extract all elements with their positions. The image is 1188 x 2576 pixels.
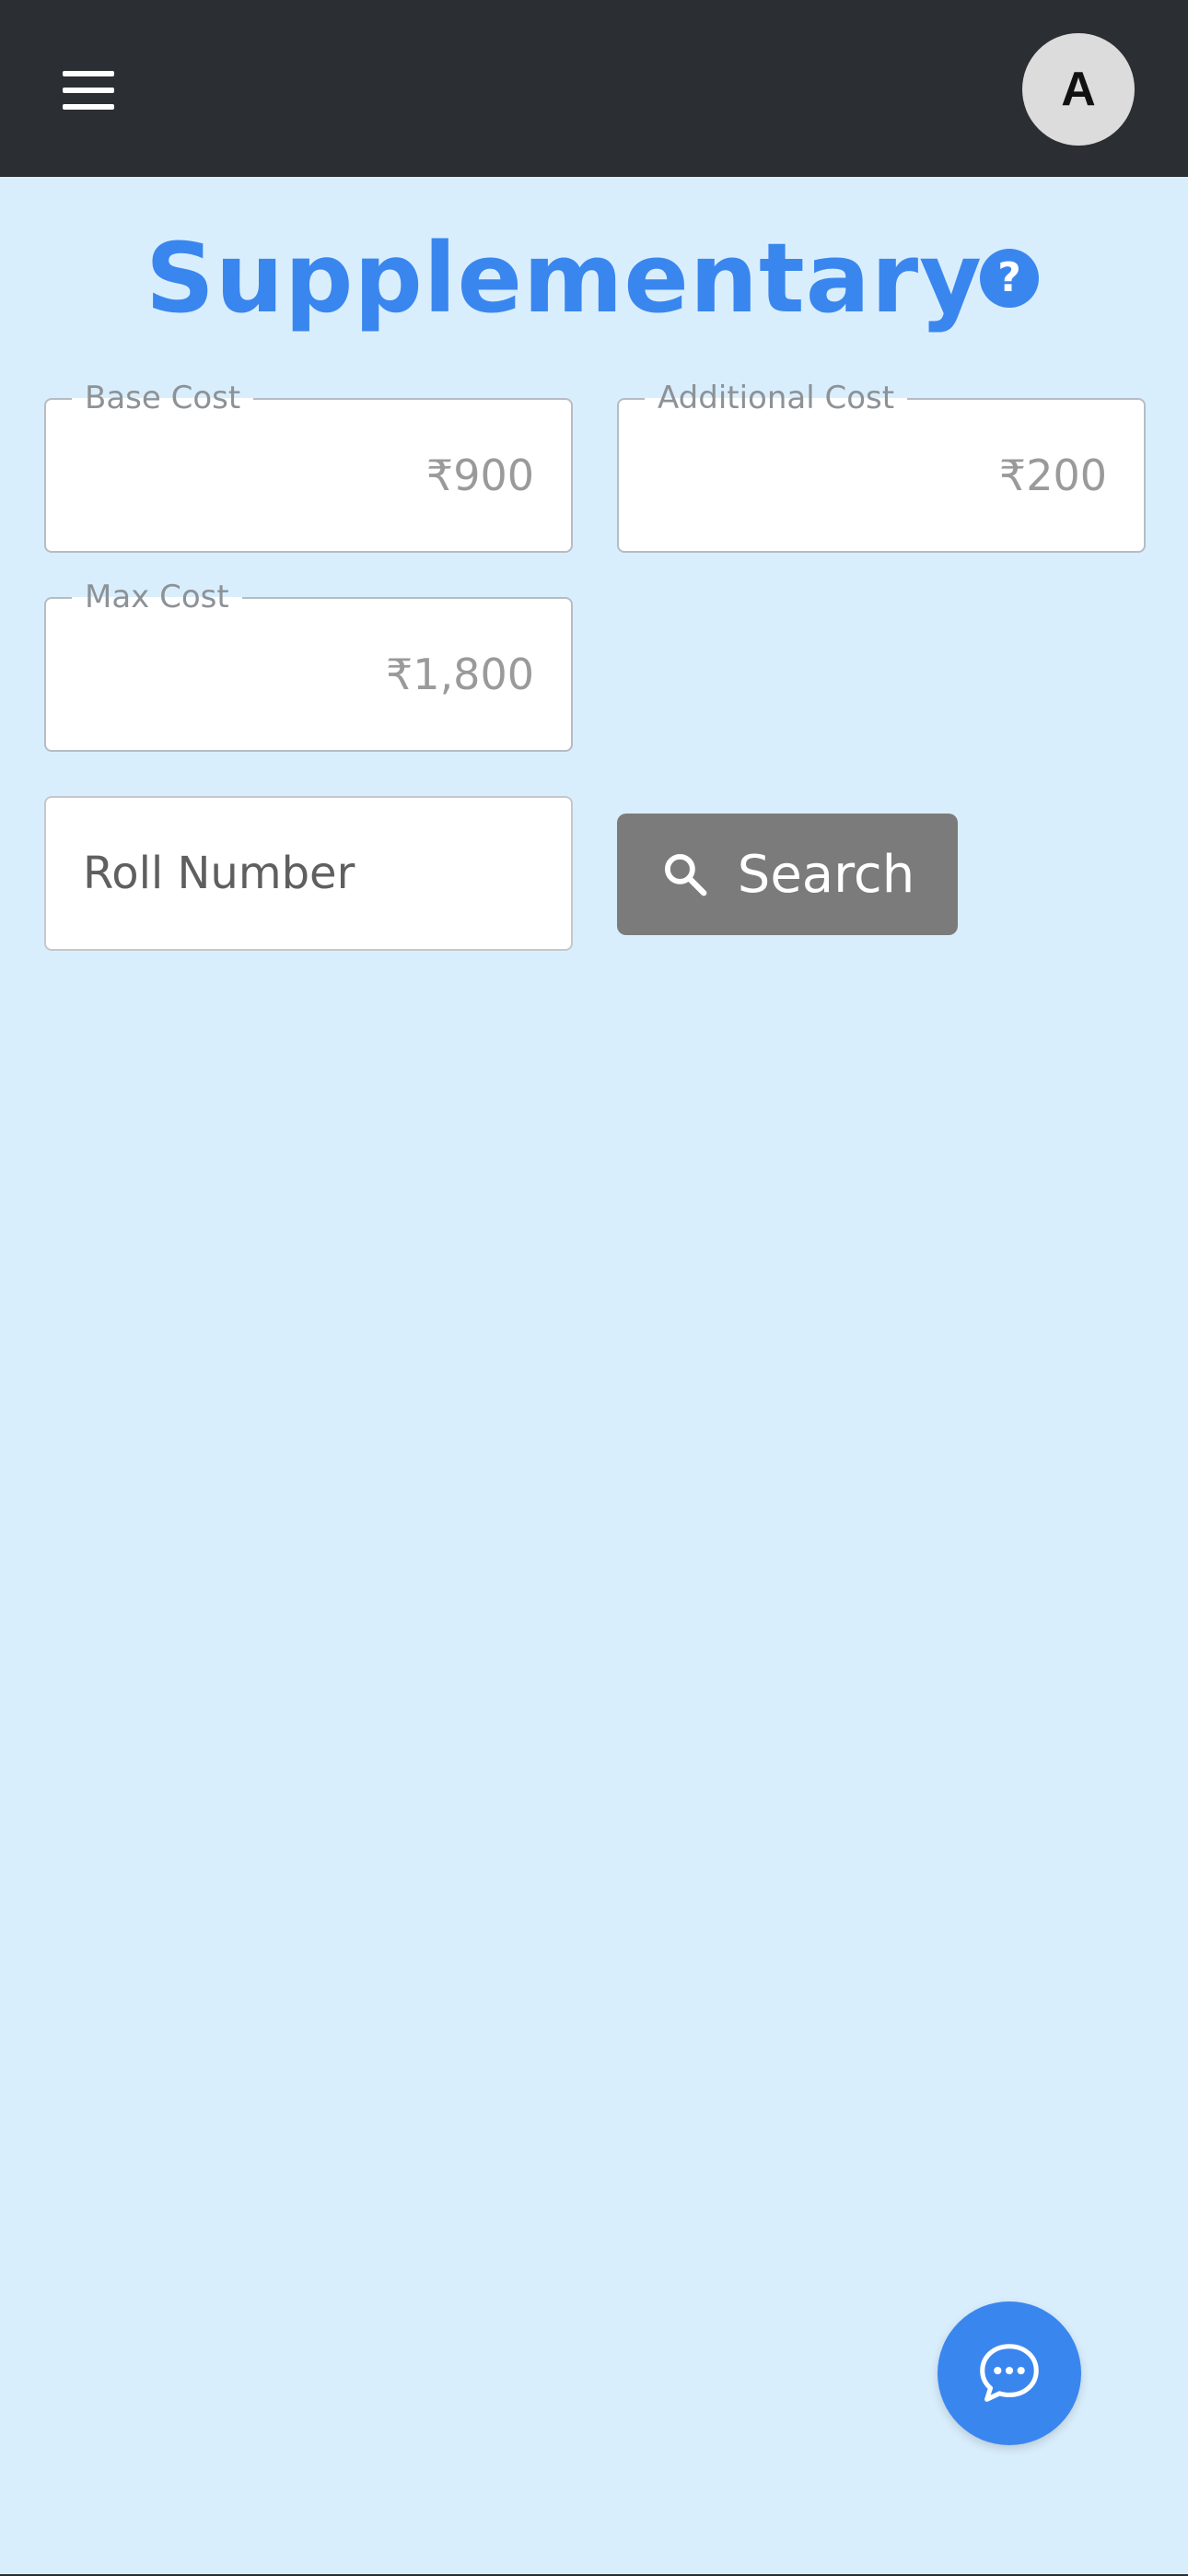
max-cost-field[interactable]: Max Cost ₹1,800 xyxy=(44,575,573,752)
additional-cost-field[interactable]: Additional Cost ₹200 xyxy=(617,376,1146,553)
top-app-bar: A xyxy=(0,0,1188,177)
base-cost-label: Base Cost xyxy=(72,376,254,420)
additional-cost-label: Additional Cost xyxy=(645,376,908,420)
base-cost-value: ₹900 xyxy=(425,451,534,500)
chat-bubble-icon xyxy=(980,2344,1039,2402)
search-button-label: Search xyxy=(737,844,915,905)
chat-button[interactable] xyxy=(938,2301,1081,2445)
page-title: Supplementary xyxy=(146,222,983,334)
additional-cost-value: ₹200 xyxy=(998,451,1107,500)
app-root: A Supplementary ? Base Cost ₹900 Additio… xyxy=(0,0,1188,2576)
avatar[interactable]: A xyxy=(1022,33,1135,146)
title-row: Supplementary ? xyxy=(0,214,1188,343)
search-icon xyxy=(664,853,707,896)
max-cost-value: ₹1,800 xyxy=(386,650,534,699)
menu-bar-line xyxy=(63,88,114,93)
help-icon[interactable]: ? xyxy=(980,249,1039,308)
hamburger-menu-icon[interactable] xyxy=(48,53,129,127)
search-button[interactable]: Search xyxy=(617,814,958,935)
menu-bar-line xyxy=(63,71,114,76)
roll-number-input[interactable] xyxy=(44,796,573,951)
menu-bar-line xyxy=(63,104,114,110)
max-cost-label: Max Cost xyxy=(72,575,242,619)
base-cost-field[interactable]: Base Cost ₹900 xyxy=(44,376,573,553)
